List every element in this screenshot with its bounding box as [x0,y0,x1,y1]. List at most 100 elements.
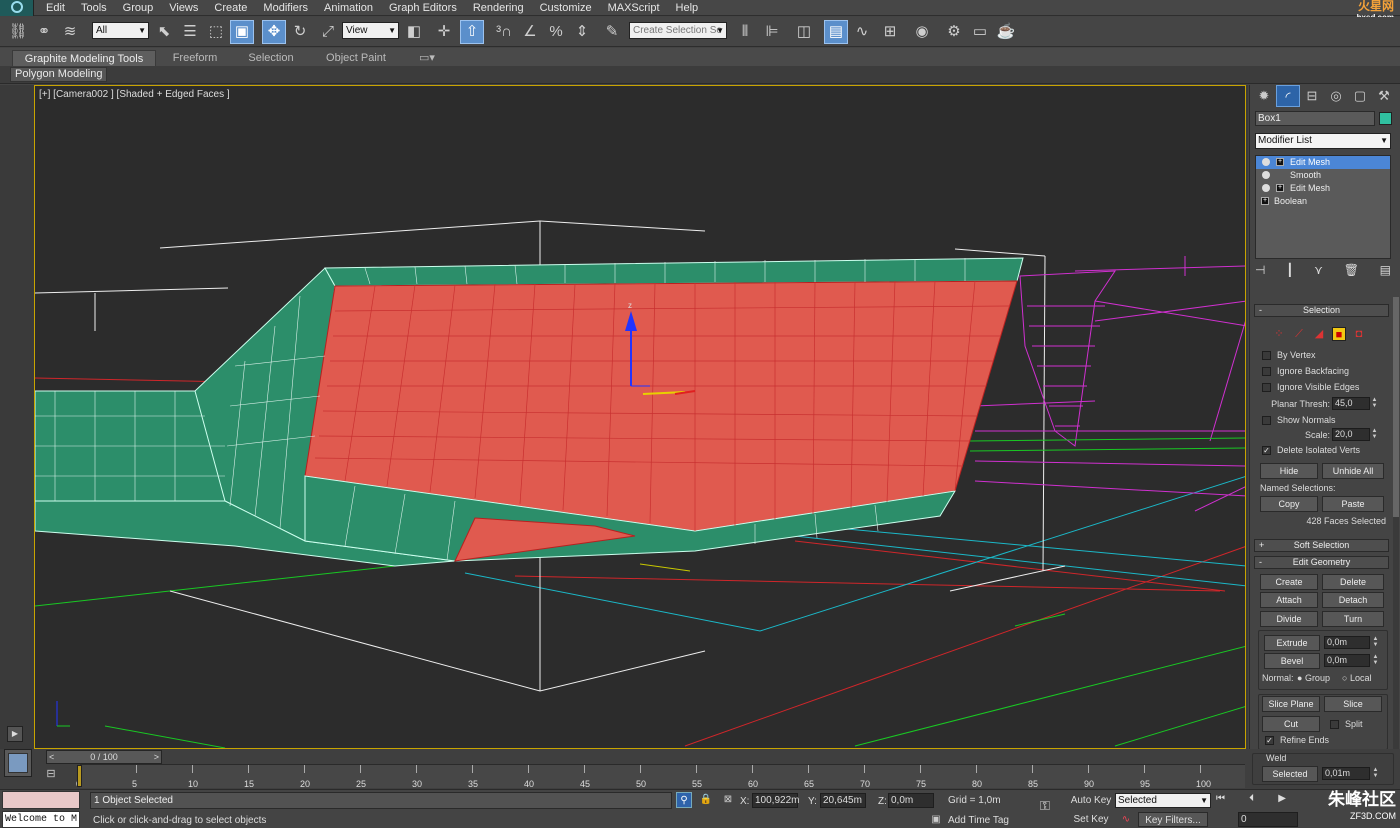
manipulate-icon[interactable]: ✛ [432,20,456,44]
tab-graphite-modeling-tools[interactable]: Graphite Modeling Tools [12,50,156,66]
previous-frame-icon[interactable]: ⏴ [1249,793,1254,808]
unlink-icon[interactable]: ⚭ [32,20,56,44]
show-normals-checkbox[interactable]: Show Normals [1262,414,1336,427]
spinner-arrows-icon[interactable]: ▲ ▼ [1372,654,1379,667]
expand-icon[interactable]: + [1276,158,1284,166]
scrollbar-thumb[interactable] [1393,297,1399,517]
rendered-frame-window-icon[interactable]: ▭ [968,20,992,44]
menu-group[interactable]: Group [115,0,162,16]
detach-button[interactable]: Detach [1322,592,1384,608]
show-end-result-icon[interactable]: ┃ [1286,263,1293,281]
delete-button[interactable]: Delete [1322,574,1384,590]
stack-item-edit-mesh-2[interactable]: + Edit Mesh [1256,182,1390,195]
motion-tab-icon[interactable]: ◎ [1324,85,1348,107]
bevel-amount-spinner[interactable]: 0,0m [1324,654,1370,667]
soft-selection-rollout-header[interactable]: + Soft Selection [1254,539,1389,552]
hierarchy-tab-icon[interactable]: ⊟ [1300,85,1324,107]
object-color-swatch[interactable] [1379,112,1392,125]
selection-rollout-header[interactable]: - Selection [1254,304,1389,317]
camera-viewport[interactable]: z [+] [Camera002 ] [Shaded + Edged Faces… [34,85,1246,749]
isolate-selection-icon[interactable]: ⚲ [676,792,692,808]
z-coordinate-field[interactable]: 0,0m [888,793,934,808]
extrude-button[interactable]: Extrude [1264,635,1320,651]
lightbulb-icon[interactable] [1262,184,1270,192]
layer-manager-icon[interactable]: ◫ [792,20,816,44]
set-key-button[interactable]: Set Key [1070,812,1112,827]
tab-object-paint[interactable]: Object Paint [312,50,400,66]
cut-button[interactable]: Cut [1262,716,1320,732]
weld-threshold-spinner[interactable]: 0,01m [1322,767,1370,780]
link-icon[interactable]: ⛓ [6,20,30,44]
create-button[interactable]: Create [1260,574,1318,590]
menu-views[interactable]: Views [161,0,206,16]
slice-button[interactable]: Slice [1324,696,1382,712]
x-coordinate-field[interactable]: 100,922m [752,793,799,808]
default-in-out-tangent-icon[interactable]: ∿ [1118,812,1134,828]
polygon-modeling-panel[interactable]: Polygon Modeling [10,67,108,82]
selection-filter-dropdown[interactable]: All ▼ [92,22,149,39]
menu-rendering[interactable]: Rendering [465,0,532,16]
menu-animation[interactable]: Animation [316,0,381,16]
slice-plane-button[interactable]: Slice Plane [1262,696,1320,712]
window-crossing-icon[interactable]: ▣ [230,20,254,44]
named-selection-sets-dropdown[interactable]: Create Selection Se ▼ [629,22,727,39]
display-tab-icon[interactable]: ▢ [1348,85,1372,107]
maxscript-listener-output[interactable] [2,791,80,809]
schematic-view-icon[interactable]: ⊞ [878,20,902,44]
delete-isolated-verts-checkbox[interactable]: ✓ Delete Isolated Verts [1262,444,1360,457]
modifier-list-dropdown[interactable]: Modifier List ▼ [1255,133,1391,149]
minimize-viewport-icon[interactable] [4,749,32,777]
spinner-arrows-icon[interactable]: ▲ ▼ [1372,636,1379,649]
rotate-icon[interactable]: ↻ [288,20,312,44]
angle-snap-icon[interactable]: ∠ [518,20,542,44]
edit-geometry-rollout-header[interactable]: - Edit Geometry [1254,556,1389,569]
absolute-relative-toggle-icon[interactable]: ⊠ [720,792,736,808]
percent-snap-icon[interactable]: % [544,20,568,44]
divide-button[interactable]: Divide [1260,611,1318,627]
reference-coordinate-dropdown[interactable]: View ▼ [342,22,399,39]
y-coordinate-field[interactable]: 20,645m [820,793,866,808]
track-bar[interactable]: 0510152025303540455055606570758085909510… [76,764,1245,789]
viewport-label[interactable]: [+] [Camera002 ] [Shaded + Edged Faces ] [39,89,230,100]
menu-maxscript[interactable]: MAXScript [600,0,668,16]
spinner-snap-icon[interactable]: ⇕ [570,20,594,44]
make-unique-icon[interactable]: ⋎ [1314,263,1323,281]
remove-modifier-icon[interactable]: 🗑 [1344,263,1359,281]
edit-named-selection-icon[interactable]: ✎ [600,20,624,44]
viewport-layout-tab-icon[interactable]: ▶ [7,726,23,742]
bevel-button[interactable]: Bevel [1264,653,1320,669]
split-checkbox[interactable]: Split [1330,718,1363,731]
normal-group-radio[interactable]: ● Group [1297,673,1330,683]
auto-key-button[interactable]: Auto Key [1070,793,1112,808]
menu-graph-editors[interactable]: Graph Editors [381,0,465,16]
spinner-arrows-icon[interactable]: ▲ ▼ [1371,428,1378,441]
app-logo-icon[interactable] [0,0,34,16]
stack-item-edit-mesh[interactable]: + Edit Mesh [1256,156,1390,169]
add-time-tag-icon[interactable]: ▣ [928,812,944,828]
modify-tab-icon[interactable]: ◜ [1276,85,1300,107]
planar-thresh-spinner[interactable]: 45,0 [1332,397,1370,410]
copy-button[interactable]: Copy [1260,496,1318,512]
move-icon[interactable]: ✥ [262,20,286,44]
object-name-field[interactable]: Box1 [1255,111,1375,126]
graphite-ribbon-toggle-icon[interactable]: ▤ [824,20,848,44]
scale-icon[interactable]: ⤢ [316,20,340,44]
lock-selection-icon[interactable]: 🔒 [698,792,714,808]
time-cursor[interactable] [77,765,82,787]
tab-selection[interactable]: Selection [236,50,306,66]
snap-icon[interactable]: ³∩ [492,20,516,44]
weld-selected-button[interactable]: Selected [1262,766,1318,782]
mirror-icon[interactable]: ⫴ [733,20,757,44]
render-production-icon[interactable]: ☕ [994,20,1018,44]
polygon-level-icon[interactable]: ■ [1332,327,1346,341]
tab-freeform[interactable]: Freeform [160,50,230,66]
menu-tools[interactable]: Tools [73,0,115,16]
vertex-level-icon[interactable]: ⁘ [1272,327,1286,341]
normal-local-radio[interactable]: ○ Local [1342,673,1371,683]
pin-stack-icon[interactable]: ⊣ [1255,263,1265,281]
ribbon-options-icon[interactable]: ▭▾ [414,50,440,66]
expand-icon[interactable]: + [1261,197,1269,205]
spinner-arrows-icon[interactable]: ▲ ▼ [1372,767,1379,780]
expand-icon[interactable]: + [1276,184,1284,192]
bind-space-warp-icon[interactable]: ≋ [58,20,82,44]
